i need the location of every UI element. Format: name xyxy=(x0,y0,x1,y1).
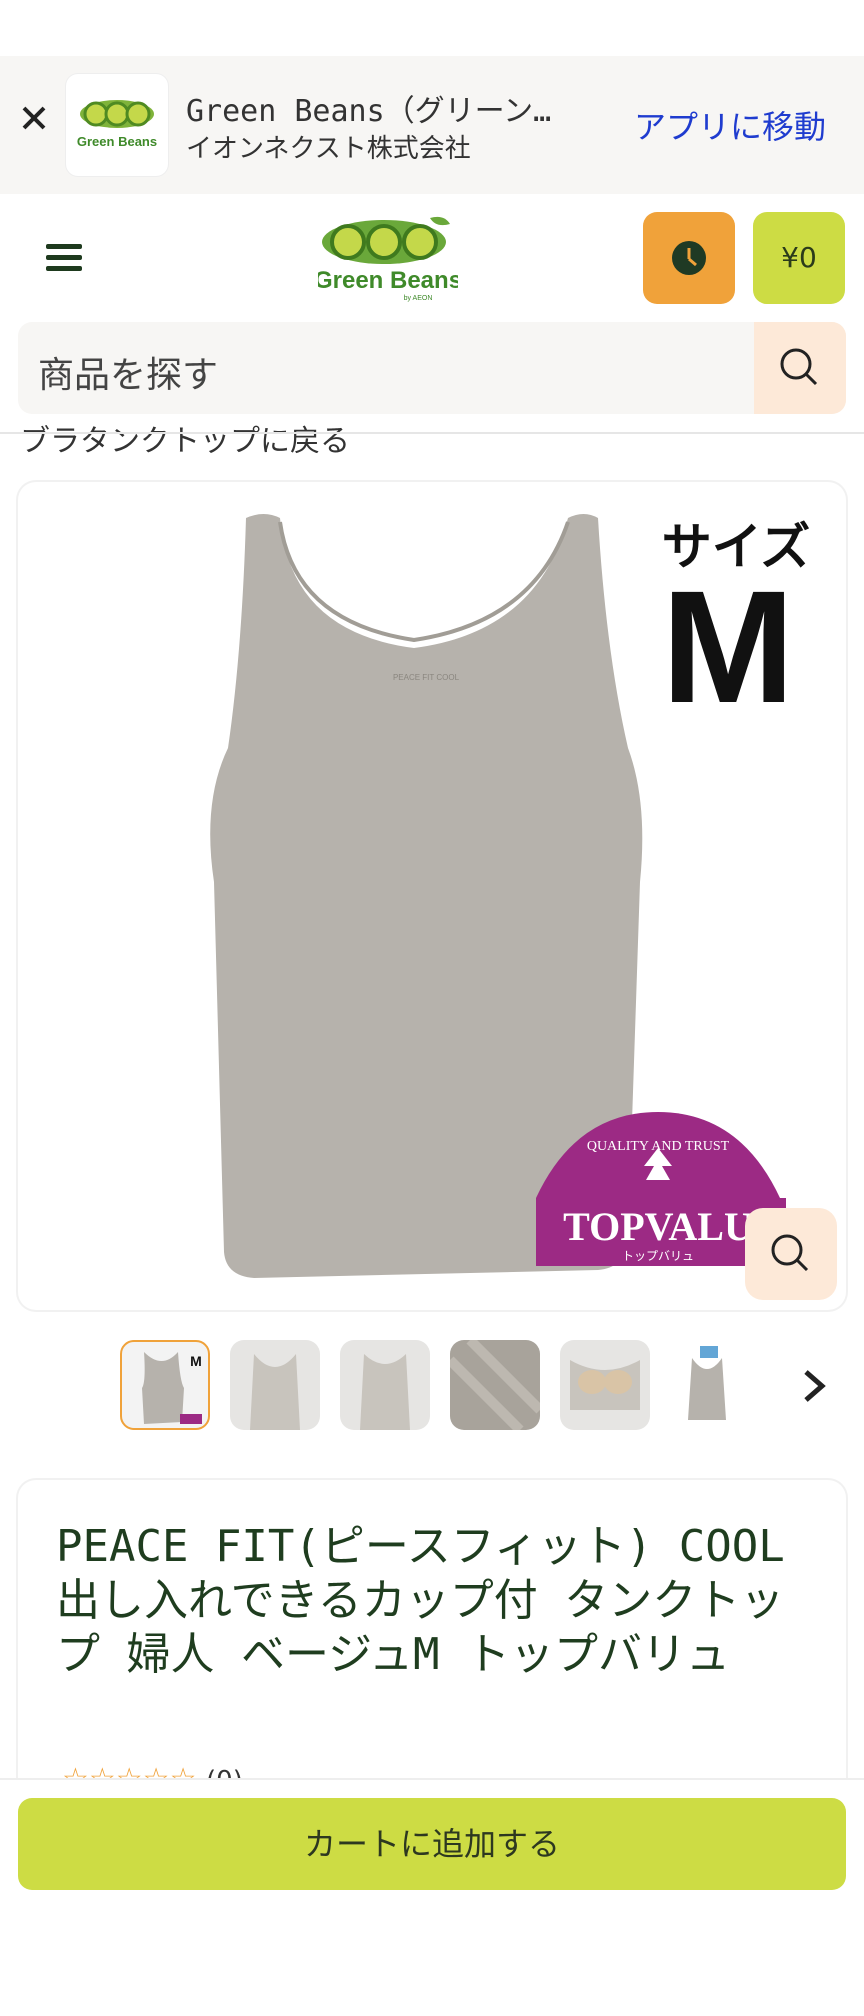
search-input[interactable]: 商品を探す xyxy=(38,346,218,398)
brand-logo[interactable]: Green Beans by AEON xyxy=(314,212,462,304)
thumbnail-model-front[interactable] xyxy=(230,1340,320,1430)
search-icon xyxy=(780,348,818,386)
product-title: PEACE FIT(ピースフィット) COOL 出し入れできるカップ付 タンクト… xyxy=(56,1521,785,1680)
add-to-cart-button[interactable]: カートに追加する xyxy=(18,1798,846,1890)
menu-icon[interactable] xyxy=(46,244,82,272)
thumbnail-strip: M xyxy=(118,1336,748,1434)
magnifier-icon xyxy=(771,1234,809,1272)
bottom-action-bar: カートに追加する xyxy=(0,1778,864,1906)
garment-print: PEACE FIT COOL xyxy=(393,673,460,682)
zoom-button[interactable] xyxy=(745,1208,837,1300)
search-button[interactable] xyxy=(754,322,846,414)
header-divider xyxy=(0,432,864,434)
svg-text:M: M xyxy=(190,1353,202,1369)
cart-button[interactable]: ¥0 xyxy=(753,212,845,304)
thumbnail-front-size[interactable]: M xyxy=(120,1340,210,1430)
open-app-link[interactable]: アプリに移動 xyxy=(634,102,826,148)
thumbnail-tag[interactable] xyxy=(670,1340,744,1430)
brand-sub: トップバリュ xyxy=(622,1249,694,1263)
brand-text: TOPVALU xyxy=(563,1204,753,1249)
svg-text:Green Beans: Green Beans xyxy=(77,134,157,149)
back-link[interactable]: ブラタンクトップに戻る xyxy=(20,416,350,456)
thumbnail-cup-inside[interactable] xyxy=(560,1340,650,1430)
clock-icon xyxy=(672,241,706,275)
app-banner-title: Green Beans（グリーン… xyxy=(186,94,552,129)
thumbnail-model-back[interactable] xyxy=(340,1340,430,1430)
app-logo: Green Beans xyxy=(66,74,168,176)
close-icon[interactable] xyxy=(18,102,50,134)
history-button[interactable] xyxy=(643,212,735,304)
app-install-banner: Green Beans Green Beans（グリーン… イオンネクスト株式会… xyxy=(0,56,864,194)
chevron-right-icon[interactable] xyxy=(798,1364,830,1408)
search-bar[interactable]: 商品を探す xyxy=(18,322,846,414)
status-bar xyxy=(0,0,864,56)
app-banner-company: イオンネクスト株式会社 xyxy=(186,134,471,164)
brand-sub: by AEON xyxy=(404,295,433,302)
thumbnail-fabric[interactable] xyxy=(446,1336,544,1434)
size-value: M xyxy=(661,557,794,736)
product-image[interactable]: PEACE FIT COOL サイズ M QUALITY AND TRUST T… xyxy=(18,482,846,1310)
brand-name: Green Beans xyxy=(318,267,458,294)
site-header: Green Beans by AEON ¥0 xyxy=(0,194,864,320)
